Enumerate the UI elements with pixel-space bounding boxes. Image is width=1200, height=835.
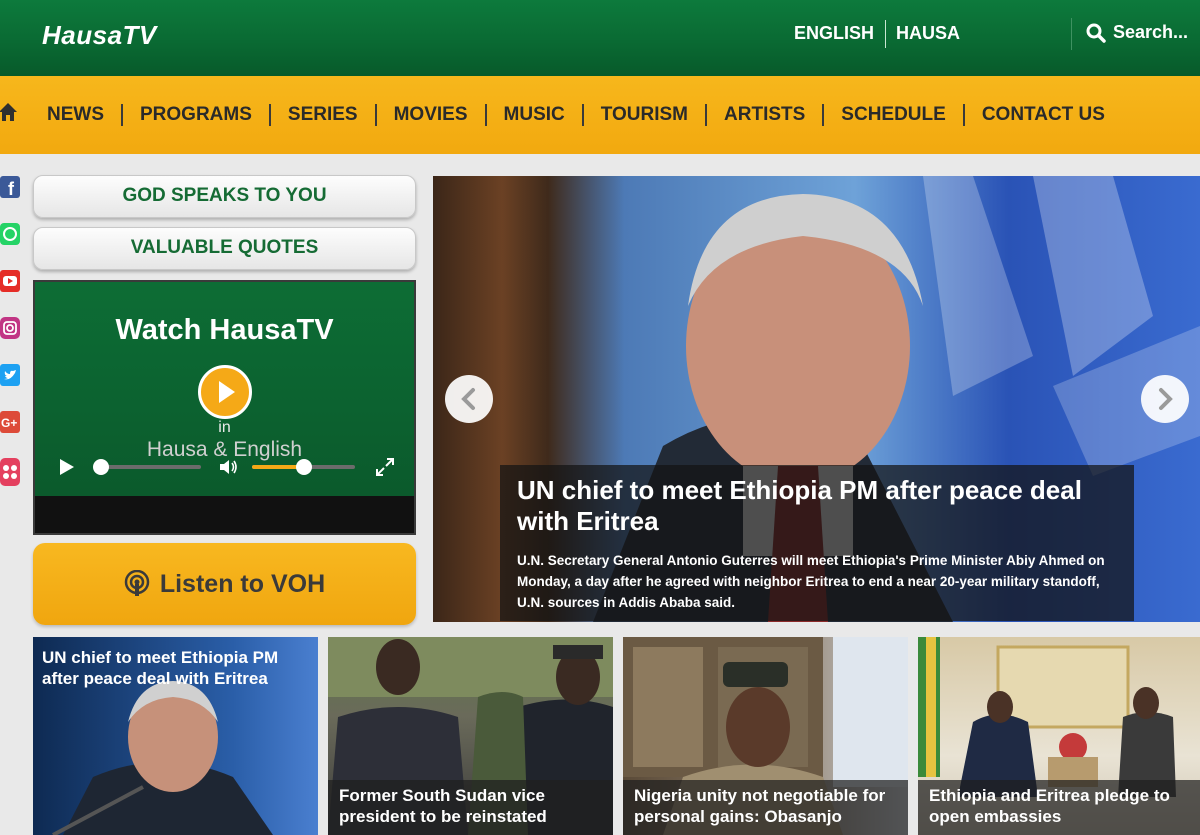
chevron-right-icon bbox=[1159, 388, 1173, 410]
nav-artists[interactable]: ARTISTS bbox=[724, 104, 805, 126]
play-button[interactable] bbox=[198, 365, 252, 419]
card-title[interactable]: UN chief to meet Ethiopia PM after peace… bbox=[42, 647, 312, 689]
nav-schedule[interactable]: SCHEDULE bbox=[841, 104, 946, 126]
google-plus-icon[interactable]: G+ bbox=[0, 411, 20, 433]
site-logo[interactable]: HausaTV bbox=[42, 20, 157, 51]
flickr-icon[interactable] bbox=[0, 458, 20, 486]
player-title: Watch HausaTV bbox=[115, 314, 334, 346]
valuable-quotes-button[interactable]: VALUABLE QUOTES bbox=[33, 227, 416, 270]
card-title[interactable]: Nigeria unity not negotiable for persona… bbox=[634, 785, 904, 827]
nav-separator bbox=[484, 104, 487, 126]
seek-handle[interactable] bbox=[93, 459, 109, 475]
god-speaks-button[interactable]: GOD SPEAKS TO YOU bbox=[33, 175, 416, 218]
search-icon bbox=[1086, 23, 1106, 43]
nav-series[interactable]: SERIES bbox=[288, 104, 358, 126]
whatsapp-icon[interactable] bbox=[0, 223, 20, 245]
news-card[interactable]: Former South Sudan vice president to be … bbox=[328, 637, 613, 835]
nav-tourism[interactable]: TOURISM bbox=[601, 104, 688, 126]
play-control-icon[interactable] bbox=[57, 457, 77, 477]
fullscreen-icon[interactable] bbox=[375, 457, 395, 477]
nav-separator bbox=[581, 104, 584, 126]
search-button[interactable]: Search... bbox=[1086, 22, 1188, 43]
news-card[interactable]: Ethiopia and Eritrea pledge to open emba… bbox=[918, 637, 1200, 835]
news-card[interactable]: Nigeria unity not negotiable for persona… bbox=[623, 637, 908, 835]
nav-separator bbox=[121, 104, 123, 126]
search-divider bbox=[1071, 18, 1072, 50]
svg-text:f: f bbox=[8, 179, 15, 198]
listen-voh-label: Listen to VOH bbox=[159, 569, 326, 598]
slide-description: U.N. Secretary General Antonio Guterres … bbox=[517, 553, 1105, 610]
nav-separator bbox=[268, 104, 271, 126]
twitter-icon[interactable] bbox=[0, 364, 20, 386]
language-divider bbox=[885, 20, 886, 48]
card-title[interactable]: Ethiopia and Eritrea pledge to open emba… bbox=[929, 785, 1199, 827]
facebook-icon[interactable]: f bbox=[0, 176, 20, 199]
main-nav: NEWS PROGRAMS SERIES MOVIES MUSIC TOURIS… bbox=[47, 76, 1105, 154]
video-screen[interactable]: Watch HausaTV in Hausa & English bbox=[35, 282, 414, 496]
language-hausa-link[interactable]: HAUSA bbox=[896, 23, 960, 44]
main-nav-bar: NEWS PROGRAMS SERIES MOVIES MUSIC TOURIS… bbox=[0, 76, 1200, 154]
nav-news[interactable]: NEWS bbox=[47, 104, 104, 126]
video-player[interactable]: Watch HausaTV in Hausa & English bbox=[33, 280, 416, 535]
nav-separator bbox=[822, 104, 825, 126]
search-label: Search... bbox=[1113, 22, 1189, 42]
home-icon[interactable] bbox=[0, 102, 18, 122]
slider-next-button[interactable] bbox=[1141, 375, 1189, 423]
seek-track[interactable] bbox=[101, 465, 201, 469]
youtube-icon[interactable] bbox=[0, 270, 20, 292]
slide-title[interactable]: UN chief to meet Ethiopia PM after peace… bbox=[517, 475, 1117, 537]
play-icon bbox=[219, 381, 235, 403]
nav-contact-us[interactable]: CONTACT US bbox=[982, 104, 1105, 126]
listen-voh-button[interactable]: Listen to VOH bbox=[33, 543, 416, 625]
svg-text:G+: G+ bbox=[1, 416, 17, 430]
chevron-left-icon bbox=[461, 388, 475, 410]
player-subtitle-in: in bbox=[218, 419, 231, 436]
slider-prev-button[interactable] bbox=[445, 375, 493, 423]
nav-programs[interactable]: PROGRAMS bbox=[140, 104, 252, 126]
nav-separator bbox=[705, 104, 708, 126]
nav-separator bbox=[962, 104, 965, 126]
card-title[interactable]: Former South Sudan vice president to be … bbox=[339, 785, 609, 827]
nav-music[interactable]: MUSIC bbox=[504, 104, 565, 126]
instagram-icon[interactable] bbox=[0, 317, 20, 339]
news-card[interactable]: UN chief to meet Ethiopia PM after peace… bbox=[33, 637, 318, 835]
podcast-icon bbox=[124, 570, 150, 596]
nav-separator bbox=[374, 104, 377, 126]
top-header: HausaTV ENGLISH HAUSA Search... bbox=[0, 0, 1200, 76]
nav-movies[interactable]: MOVIES bbox=[394, 104, 468, 126]
volume-handle[interactable] bbox=[295, 459, 312, 475]
language-english-link[interactable]: ENGLISH bbox=[794, 23, 874, 44]
volume-icon[interactable] bbox=[218, 457, 240, 477]
